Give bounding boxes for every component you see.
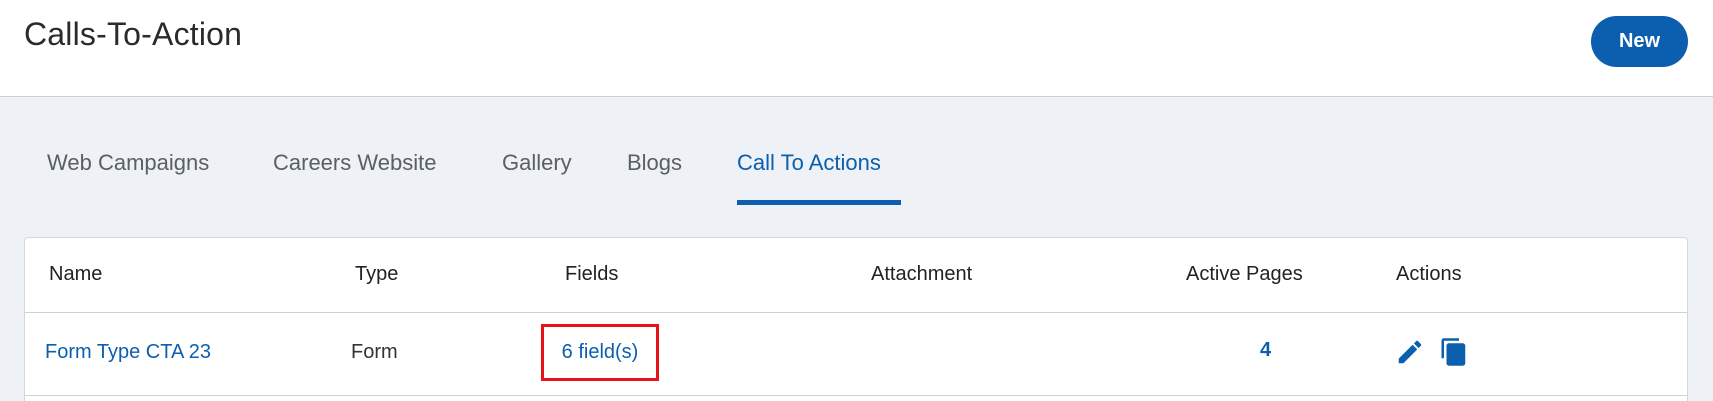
cta-type: Form [351, 341, 398, 363]
edit-icon[interactable] [1395, 337, 1427, 369]
tab-web-campaigns[interactable]: Web Campaigns [47, 150, 209, 176]
tab-call-to-actions[interactable]: Call To Actions [737, 150, 881, 176]
tab-blogs[interactable]: Blogs [627, 150, 682, 176]
new-button[interactable]: New [1591, 16, 1688, 67]
column-header-fields[interactable]: Fields [565, 263, 618, 286]
copy-icon[interactable] [1439, 337, 1471, 369]
cta-table: Name Type Fields Attachment Active Pages… [24, 237, 1688, 401]
column-header-actions: Actions [1396, 263, 1462, 285]
table-header: Name Type Fields Attachment Active Pages… [25, 238, 1687, 313]
fields-highlight-box: 6 field(s) [541, 324, 659, 381]
top-bar: Calls-To-Action New [0, 0, 1713, 97]
tab-bar: Web Campaigns Careers Website Gallery Bl… [0, 140, 1713, 206]
column-header-name[interactable]: Name [49, 263, 102, 286]
active-pages-link[interactable]: 4 [1260, 339, 1271, 362]
tab-gallery[interactable]: Gallery [502, 150, 572, 176]
column-header-attachment[interactable]: Attachment [871, 263, 972, 286]
cta-name-link[interactable]: Form Type CTA 23 [45, 341, 211, 364]
active-tab-indicator [737, 200, 901, 205]
table-row: Form Type CTA 23 Form 6 field(s) 4 [25, 313, 1687, 396]
fields-link[interactable]: 6 field(s) [544, 341, 656, 364]
tab-careers-website[interactable]: Careers Website [273, 150, 436, 176]
column-header-active-pages[interactable]: Active Pages [1186, 263, 1303, 286]
column-header-type[interactable]: Type [355, 263, 398, 286]
page-title: Calls-To-Action [24, 16, 243, 52]
